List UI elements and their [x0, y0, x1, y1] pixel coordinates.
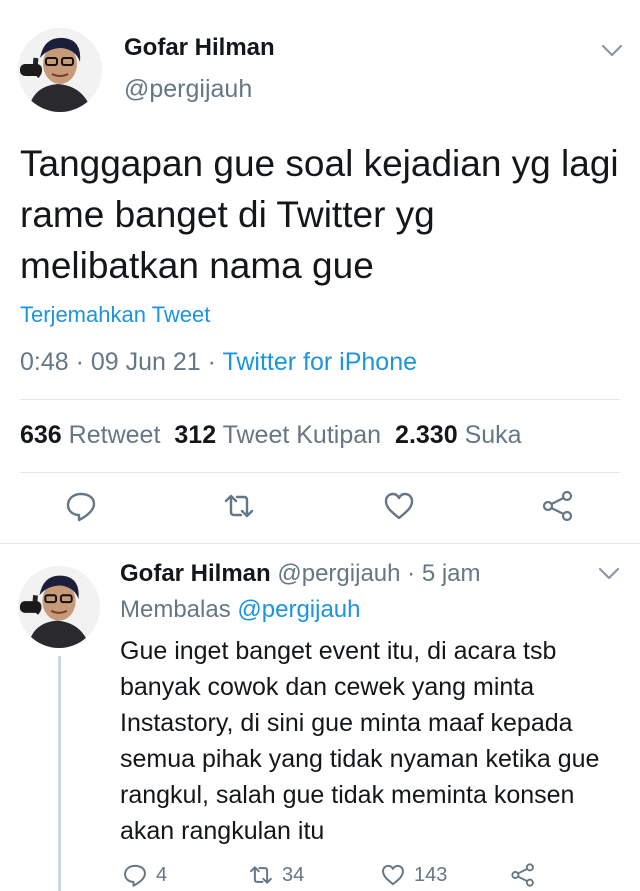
reply-retweet-button[interactable]: 34: [248, 862, 304, 890]
share-icon: [511, 863, 534, 887]
meta-separator: ·: [400, 560, 422, 587]
like-count: 143: [414, 863, 448, 886]
tweet-source-link[interactable]: Twitter for iPhone: [222, 348, 417, 376]
share-icon: [542, 490, 573, 522]
like-button[interactable]: [382, 489, 416, 523]
like-icon: [384, 492, 414, 520]
reply-icon: [124, 864, 146, 887]
retweet-icon: [224, 494, 254, 518]
meta-separator: ·: [68, 348, 91, 376]
reply-author-name[interactable]: Gofar Hilman: [120, 560, 271, 587]
thread-line: [58, 656, 61, 891]
translate-tweet-link[interactable]: Terjemahkan Tweet: [20, 302, 210, 328]
reply-button[interactable]: [64, 489, 98, 523]
meta-separator: ·: [200, 348, 223, 376]
likes-count: 2.330: [395, 421, 458, 449]
tweet-meta: 0:48 · 09 Jun 21 · Twitter for iPhone: [20, 348, 417, 377]
likes-stat[interactable]: 2.330 Suka: [395, 421, 522, 449]
replying-to-label: Membalas: [120, 596, 231, 623]
quotes-stat[interactable]: 312 Tweet Kutipan: [174, 421, 381, 449]
author-avatar[interactable]: [18, 28, 102, 112]
divider: [20, 472, 620, 473]
retweets-count: 636: [20, 421, 62, 449]
share-button[interactable]: [541, 489, 575, 523]
reply-share-button[interactable]: [510, 862, 536, 890]
chevron-down-icon[interactable]: [598, 567, 620, 581]
replying-to-handle[interactable]: @pergijauh: [237, 596, 360, 623]
retweet-button[interactable]: [222, 489, 256, 523]
author-name[interactable]: Gofar Hilman: [124, 34, 275, 62]
tweet-stats: 636 Retweet 312 Tweet Kutipan 2.330 Suka: [20, 421, 522, 450]
reply-author-avatar[interactable]: [18, 566, 100, 648]
quotes-label: Tweet Kutipan: [222, 421, 382, 449]
reply-like-button[interactable]: 143: [380, 862, 447, 890]
retweet-count: 34: [282, 863, 305, 886]
replying-to: Membalas @pergijauh: [120, 596, 361, 624]
chevron-down-icon[interactable]: [601, 44, 623, 58]
likes-label: Suka: [464, 421, 522, 449]
reply-header: Gofar Hilman @pergijauh · 5 jam: [120, 560, 481, 588]
tweet-time: 0:48: [20, 348, 69, 376]
tweet-text: Tanggapan gue soal kejadian yg lagi rame…: [20, 143, 619, 286]
retweets-label: Retweet: [68, 421, 161, 449]
reply-reply-button[interactable]: 4: [122, 862, 167, 890]
divider: [0, 543, 640, 544]
divider: [20, 399, 620, 400]
retweet-icon: [250, 866, 272, 884]
author-handle[interactable]: @pergijauh: [124, 75, 252, 104]
reply-tweet-text: Gue inget banget event itu, di acara tsb…: [120, 637, 600, 845]
like-icon: [382, 864, 404, 886]
reply-icon: [66, 492, 96, 522]
reply-author-handle[interactable]: @pergijauh: [277, 560, 400, 587]
reply-time[interactable]: 5 jam: [422, 560, 481, 587]
quotes-count: 312: [174, 421, 217, 449]
reply-count: 4: [156, 863, 168, 886]
tweet-date: 09 Jun 21: [90, 348, 201, 376]
retweets-stat[interactable]: 636 Retweet: [20, 421, 160, 449]
